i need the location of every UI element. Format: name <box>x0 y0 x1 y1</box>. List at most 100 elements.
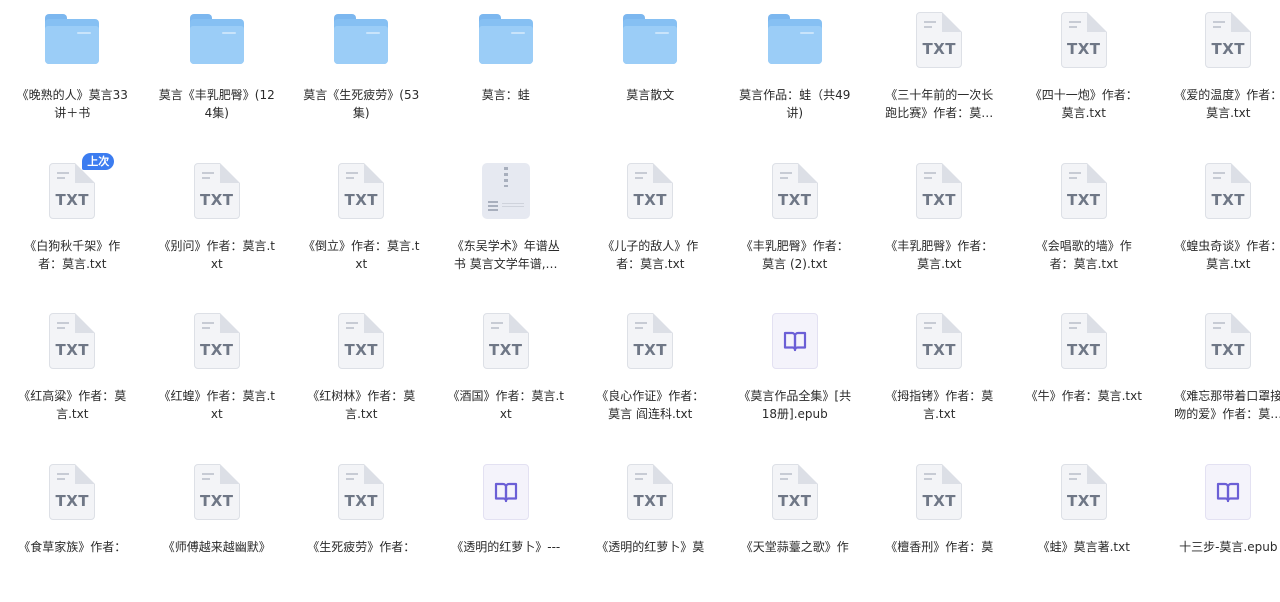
item-thumbnail: TXT <box>145 301 289 381</box>
file-type-label: TXT <box>917 492 961 510</box>
file-item[interactable]: TXT 《红高粱》作者：莫言.txt <box>0 301 145 452</box>
item-name: 《爱的温度》作者：莫言.txt <box>1169 86 1280 122</box>
file-item[interactable]: TXT《四十一炮》作者：莫言.txt <box>1012 0 1157 151</box>
file-item[interactable]: TXT《丰乳肥臀》作者：莫言.txt <box>867 151 1012 302</box>
file-type-label: TXT <box>917 341 961 359</box>
folder-item[interactable]: 《晚熟的人》莫言33讲＋书 <box>0 0 145 151</box>
folder-item[interactable]: 莫言《生死疲劳》(53集) <box>289 0 434 151</box>
folder-item[interactable]: 莫言散文 <box>578 0 723 151</box>
file-type-label: TXT <box>50 341 94 359</box>
item-name: 《儿子的敌人》作者：莫言.txt <box>591 237 709 273</box>
archive-file-icon <box>482 163 530 219</box>
item-name: 《蛙》莫言著.txt <box>1025 538 1143 556</box>
item-name: 《晚熟的人》莫言33讲＋书 <box>13 86 131 122</box>
file-type-label: TXT <box>628 341 672 359</box>
file-item[interactable]: TXT《爱的温度》作者：莫言.txt <box>1156 0 1280 151</box>
item-name: 《会唱歌的墙》作者：莫言.txt <box>1025 237 1143 273</box>
item-name: 《透明的红萝卜》莫 <box>591 538 709 556</box>
item-name: 《莫言作品全集》[共18册].epub <box>736 387 854 423</box>
file-item[interactable]: TXT 《拇指铐》作者：莫言.txt <box>867 301 1012 452</box>
file-item[interactable]: TXT 《红蝗》作者：莫言.txt <box>145 301 290 452</box>
epub-book-icon <box>772 313 818 369</box>
file-item[interactable]: TXT《三十年前的一次长跑比赛》作者：莫… <box>867 0 1012 151</box>
file-item[interactable]: TXT《儿子的敌人》作者：莫言.txt <box>578 151 723 302</box>
item-name: 《红蝗》作者：莫言.txt <box>158 387 276 423</box>
folder-icon <box>623 14 677 64</box>
file-item[interactable]: TXT《食草家族》作者： <box>0 452 145 602</box>
item-thumbnail: TXT <box>723 452 867 532</box>
file-item[interactable]: TXT《蝗虫奇谈》作者：莫言.txt <box>1156 151 1280 302</box>
txt-file-icon: TXT <box>772 464 818 520</box>
file-item[interactable]: TXT《牛》作者：莫言.txt <box>1012 301 1157 452</box>
file-item[interactable]: TXT《檀香刑》作者：莫 <box>867 452 1012 602</box>
file-item[interactable]: TXT《难忘那带着口罩接吻的爱》作者：莫… <box>1156 301 1280 452</box>
item-thumbnail: TXT <box>0 452 144 532</box>
file-item[interactable]: TXT 《蛙》莫言著.txt <box>1012 452 1157 602</box>
txt-file-icon: TXT <box>627 464 673 520</box>
file-type-label: TXT <box>1206 341 1250 359</box>
file-item[interactable]: TXT 《别问》作者：莫言.txt <box>145 151 290 302</box>
file-item[interactable]: TXT《酒国》作者：莫言.txt <box>434 301 579 452</box>
item-thumbnail: TXT <box>145 452 289 532</box>
txt-file-icon: TXT <box>916 464 962 520</box>
file-type-label: TXT <box>773 492 817 510</box>
file-type-label: TXT <box>484 341 528 359</box>
file-item[interactable]: TXT上次《白狗秋千架》作者：莫言.txt <box>0 151 145 302</box>
item-thumbnail <box>434 0 578 80</box>
txt-file-icon: TXT <box>916 313 962 369</box>
item-name: 《红高粱》作者：莫言.txt <box>13 387 131 423</box>
file-item[interactable]: TXT 《会唱歌的墙》作者：莫言.txt <box>1012 151 1157 302</box>
txt-file-icon: TXT <box>483 313 529 369</box>
epub-book-icon <box>1205 464 1251 520</box>
file-type-label: TXT <box>339 191 383 209</box>
item-thumbnail: TXT <box>145 151 289 231</box>
file-item[interactable]: TXT 《透明的红萝卜》莫 <box>578 452 723 602</box>
item-name: 莫言作品：蛙（共49讲) <box>736 86 854 122</box>
file-item[interactable]: TXT《师傅越来越幽默》 <box>145 452 290 602</box>
file-item[interactable]: TXT《丰乳肥臀》作者：莫言 (2).txt <box>723 151 868 302</box>
file-item[interactable]: TXT 《生死疲劳》作者： <box>289 452 434 602</box>
file-type-label: TXT <box>773 191 817 209</box>
txt-file-icon: TXT <box>1205 163 1251 219</box>
item-name: 《别问》作者：莫言.txt <box>158 237 276 273</box>
folder-item[interactable]: 莫言作品：蛙（共49讲) <box>723 0 868 151</box>
file-item[interactable]: 十三步-莫言.epub <box>1156 452 1280 602</box>
folder-item[interactable]: 莫言《丰乳肥臀》(124集) <box>145 0 290 151</box>
file-type-label: TXT <box>1062 191 1106 209</box>
item-name: 《生死疲劳》作者： <box>302 538 420 556</box>
folder-item[interactable]: 莫言：蛙 <box>434 0 579 151</box>
file-item[interactable]: TXT《良心作证》作者：莫言 阎连科.txt <box>578 301 723 452</box>
item-thumbnail <box>0 0 144 80</box>
file-item[interactable]: TXT《倒立》作者：莫言.txt <box>289 151 434 302</box>
file-item[interactable]: 《莫言作品全集》[共18册].epub <box>723 301 868 452</box>
file-type-label: TXT <box>339 492 383 510</box>
file-item[interactable]: 《东吴学术》年谱丛书 莫言文学年谱,… <box>434 151 579 302</box>
file-item[interactable]: 《透明的红萝卜》--- <box>434 452 579 602</box>
file-type-label: TXT <box>1062 341 1106 359</box>
txt-file-icon: TXT <box>338 313 384 369</box>
txt-file-icon: TXT <box>1061 163 1107 219</box>
item-name: 莫言散文 <box>591 86 709 104</box>
item-thumbnail: TXT上次 <box>0 151 144 231</box>
txt-file-icon: TXT <box>1061 464 1107 520</box>
txt-file-icon: TXT <box>49 163 95 219</box>
file-type-label: TXT <box>195 191 239 209</box>
item-thumbnail: TXT <box>578 301 722 381</box>
item-thumbnail <box>723 301 867 381</box>
txt-file-icon: TXT <box>194 464 240 520</box>
file-item[interactable]: TXT 《天堂蒜薹之歌》作 <box>723 452 868 602</box>
txt-file-icon: TXT <box>194 313 240 369</box>
item-thumbnail: TXT <box>1012 452 1156 532</box>
file-type-label: TXT <box>339 341 383 359</box>
file-type-label: TXT <box>195 341 239 359</box>
epub-book-icon <box>483 464 529 520</box>
item-name: 《三十年前的一次长跑比赛》作者：莫… <box>880 86 998 122</box>
item-name: 《白狗秋千架》作者：莫言.txt <box>13 237 131 273</box>
item-name: 《天堂蒜薹之歌》作 <box>736 538 854 556</box>
item-thumbnail: TXT <box>289 301 433 381</box>
item-name: 《拇指铐》作者：莫言.txt <box>880 387 998 423</box>
item-thumbnail <box>434 151 578 231</box>
txt-file-icon: TXT <box>1205 313 1251 369</box>
folder-icon <box>190 14 244 64</box>
file-item[interactable]: TXT《红树林》作者：莫言.txt <box>289 301 434 452</box>
